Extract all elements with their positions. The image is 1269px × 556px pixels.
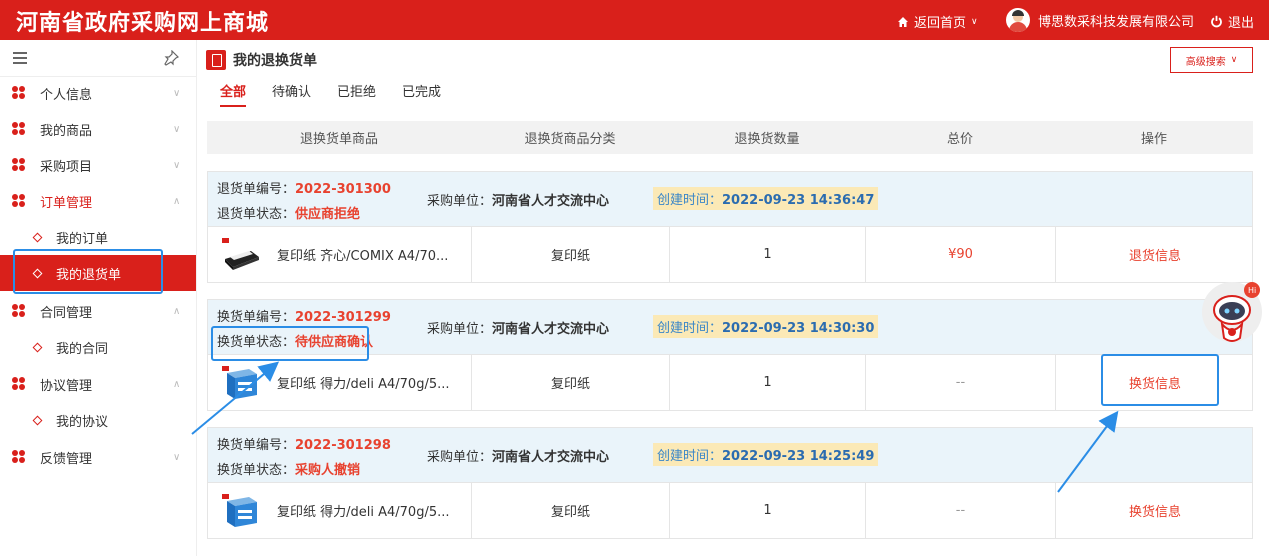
svg-text:Hi: Hi — [1248, 286, 1256, 295]
assistant-robot-icon[interactable]: Hi — [1200, 280, 1262, 358]
annotation-arrows — [191, 361, 1119, 493]
